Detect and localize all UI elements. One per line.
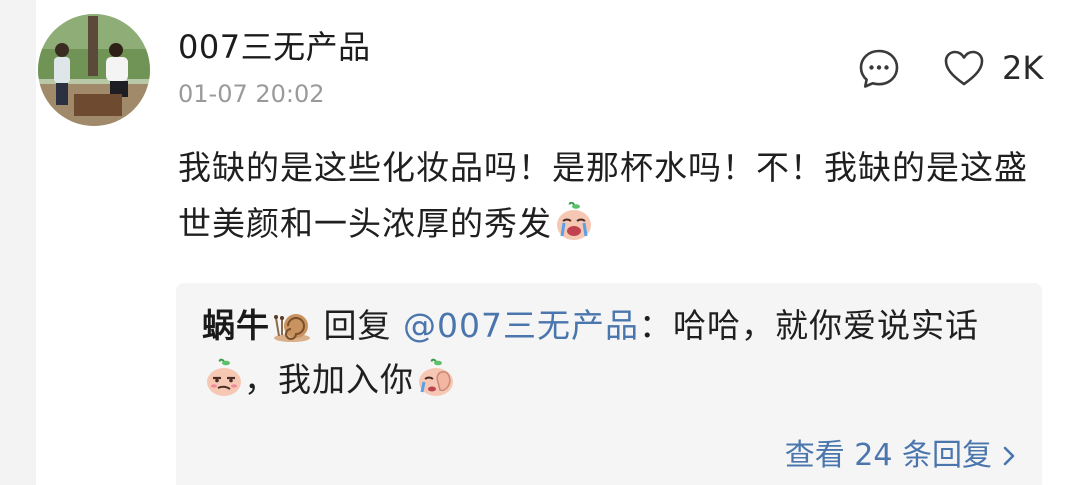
reply-mention-link[interactable]: @007三无产品 bbox=[403, 306, 639, 345]
reply-verb: 回复 bbox=[312, 306, 403, 345]
reply-text-part2: ，我加入你 bbox=[244, 360, 414, 399]
left-edge-strip bbox=[0, 0, 36, 485]
facepalm-emoji bbox=[419, 358, 453, 396]
heart-outline-icon bbox=[944, 50, 984, 86]
comment-bubble-icon bbox=[859, 49, 899, 88]
avatar-image bbox=[38, 14, 150, 126]
comment-text: 我缺的是这些化妆品吗！是那杯水吗！不！我缺的是这盛世美颜和一头浓厚的秀发 bbox=[178, 140, 1058, 252]
comment-button[interactable] bbox=[856, 46, 902, 92]
reply-author[interactable]: 蜗牛 bbox=[202, 306, 270, 345]
crying-emoji bbox=[557, 202, 591, 240]
like-button[interactable] bbox=[942, 48, 986, 88]
comment-username[interactable]: 007三无产品 bbox=[178, 22, 371, 68]
snail-emoji bbox=[274, 314, 310, 342]
smirk-emoji bbox=[207, 358, 241, 396]
comment-text-content: 我缺的是这些化妆品吗！是那杯水吗！不！我缺的是这盛世美颜和一头浓厚的秀发 bbox=[178, 148, 1028, 243]
view-replies-link[interactable]: 查看 24 条回复 bbox=[785, 430, 1016, 474]
reply-text: 蜗牛 回复 @007三无产品：哈哈，就你爱说实话 ，我加入你 bbox=[202, 299, 1022, 407]
like-count: 2K bbox=[1002, 49, 1044, 87]
reply-preview-box[interactable]: 蜗牛 回复 @007三无产品：哈哈，就你爱说实话 ，我加入你 查看 24 条回复 bbox=[176, 283, 1042, 485]
avatar[interactable] bbox=[38, 14, 150, 126]
comment-timestamp: 01-07 20:02 bbox=[178, 80, 325, 108]
chevron-right-icon bbox=[1003, 446, 1015, 466]
view-replies-label: 查看 24 条回复 bbox=[784, 438, 992, 473]
reply-text-part1: ：哈哈，就你爱说实话 bbox=[638, 306, 979, 345]
